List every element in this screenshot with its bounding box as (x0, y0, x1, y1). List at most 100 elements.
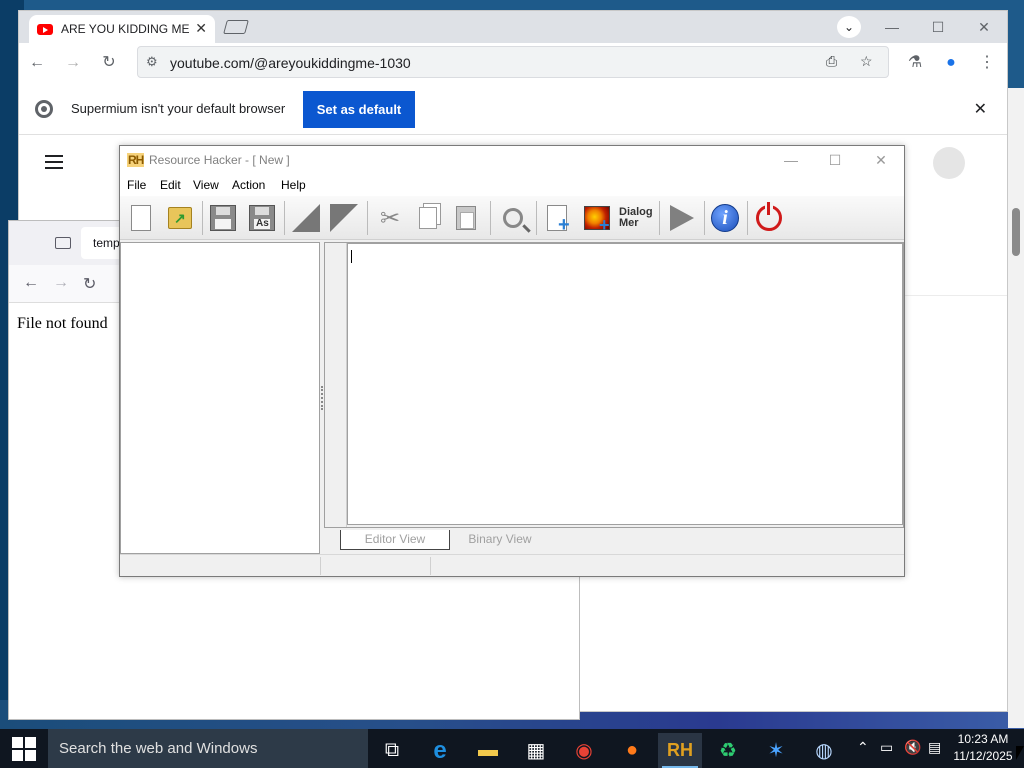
tab-binary-view[interactable]: Binary View (450, 530, 550, 550)
tab-close-button[interactable]: ✕ (195, 20, 207, 37)
address-url: youtube.com/@areyoukiddingme-1030 (170, 55, 411, 71)
compile-icon (292, 204, 320, 232)
rh-close-button[interactable]: ✕ (858, 146, 904, 176)
labs-flask-icon[interactable]: ⚗ (903, 51, 927, 75)
status-divider (430, 557, 431, 575)
tab-list-icon[interactable] (55, 237, 71, 249)
toolbar-separator (747, 201, 748, 235)
menu-file[interactable]: File (127, 178, 146, 192)
back-arrow-icon[interactable]: ← (23, 274, 39, 292)
status-bar (120, 554, 904, 576)
recycle-app-icon[interactable]: ♻ (706, 733, 750, 768)
tab-editor-view[interactable]: Editor View (340, 530, 450, 550)
hamburger-menu-icon[interactable] (45, 155, 63, 169)
save-button[interactable] (207, 202, 239, 234)
avatar[interactable] (933, 147, 965, 179)
line-gutter (325, 243, 347, 527)
file-explorer-icon[interactable]: ▬ (466, 733, 510, 768)
set-as-default-button[interactable]: Set as default (303, 91, 415, 128)
rh-maximize-button[interactable]: ☐ (812, 146, 858, 176)
save-as-disk-icon: As (249, 205, 275, 231)
clock[interactable]: 10:23 AM 11/12/2025 (950, 731, 1016, 765)
add-resource-button[interactable] (541, 202, 573, 237)
maximize-button[interactable]: ☐ (915, 11, 961, 43)
store-icon[interactable]: ▦ (514, 733, 558, 768)
tab-strip: ARE YOU KIDDING ME ✕ ⌄ — ☐ ✕ (19, 11, 1007, 43)
rh-title-bar[interactable]: RH Resource Hacker - [ New ] — ☐ ✕ (120, 146, 904, 176)
view-tabs: Editor View Binary View (324, 528, 904, 554)
copy-icon (419, 207, 437, 229)
open-button[interactable] (164, 202, 196, 234)
minimize-button[interactable]: — (869, 11, 915, 43)
menu-bar: File Edit View Action Help (120, 176, 904, 196)
volume-muted-icon[interactable]: 🔇 (904, 739, 921, 756)
menu-edit[interactable]: Edit (160, 178, 181, 192)
site-info-icon[interactable]: ⚙ (146, 54, 158, 70)
resource-hacker-taskbar-icon[interactable]: RH (658, 733, 702, 768)
find-button[interactable] (497, 202, 529, 234)
notifications-icon[interactable]: ▤ (928, 739, 941, 756)
script-editor[interactable] (347, 243, 903, 525)
task-view-icon[interactable]: ⧉ (370, 733, 414, 768)
rh-toolbar: As ✂ Dialog Mer i (120, 196, 904, 240)
compile-button[interactable] (290, 202, 322, 234)
toolbar-separator (284, 201, 285, 235)
profile-icon[interactable]: ● (939, 51, 963, 75)
infobar-close-button[interactable]: ✕ (974, 99, 987, 119)
network-icon[interactable]: ▭ (880, 739, 893, 756)
paste-clipboard-icon (456, 206, 476, 230)
tab-title: ARE YOU KIDDING ME (61, 22, 189, 36)
rh-taskbar-label: RH (667, 740, 693, 760)
run-script-button[interactable] (666, 202, 698, 234)
new-tab-button[interactable] (223, 20, 249, 34)
vscode-icon[interactable]: ✶ (754, 733, 798, 768)
scrollbar-thumb[interactable] (1012, 208, 1020, 256)
install-app-icon[interactable]: ⎙ (826, 53, 837, 70)
menu-action[interactable]: Action (232, 178, 265, 192)
new-button[interactable] (125, 202, 157, 234)
forward-arrow-icon[interactable]: → (53, 274, 69, 292)
show-hidden-icons-chevron-icon[interactable]: ⌃ (857, 739, 869, 756)
paste-button[interactable] (450, 202, 482, 234)
script-icon (330, 204, 358, 232)
address-bar[interactable]: ⚙ youtube.com/@areyoukiddingme-1030 ⎙ ☆ (137, 46, 889, 78)
page-scrollbar[interactable] (1008, 88, 1024, 728)
toolbar-separator (367, 201, 368, 235)
cut-button[interactable]: ✂ (374, 202, 406, 234)
copy-button[interactable] (412, 202, 444, 234)
back-button[interactable]: ← (25, 51, 49, 75)
reload-icon: ↻ (102, 54, 116, 71)
toolbar-separator (202, 201, 203, 235)
infobar-message: Supermium isn't your default browser (71, 101, 286, 116)
add-image-button[interactable] (581, 202, 613, 236)
menu-kebab-icon[interactable]: ⋮ (975, 51, 999, 75)
youtube-icon (37, 23, 53, 35)
bookmark-star-icon[interactable]: ☆ (860, 53, 873, 70)
forward-button[interactable]: → (61, 51, 85, 75)
about-button[interactable]: i (709, 202, 741, 234)
exit-button[interactable] (753, 202, 785, 234)
tab-youtube[interactable]: ARE YOU KIDDING ME ✕ (29, 15, 215, 43)
splitter-grip[interactable] (321, 386, 323, 410)
globe-app-icon[interactable]: ◍ (802, 733, 846, 768)
close-window-button[interactable]: ✕ (961, 11, 1007, 43)
taskbar-search[interactable]: Search the web and Windows (48, 729, 368, 768)
start-button[interactable] (0, 729, 48, 768)
toolbar-separator (536, 201, 537, 235)
tab-search-button[interactable]: ⌄ (837, 16, 861, 38)
edge-icon[interactable]: e (418, 733, 462, 768)
power-icon (756, 202, 782, 231)
chrome-icon[interactable]: ◉ (562, 733, 606, 768)
menu-view[interactable]: View (193, 178, 219, 192)
dialog-label-2: Mer (619, 217, 639, 229)
rh-minimize-button[interactable]: — (768, 146, 814, 176)
reload-icon[interactable]: ↻ (83, 274, 96, 294)
firefox-icon[interactable]: ● (610, 733, 654, 768)
toolbar-separator (704, 201, 705, 235)
compile-script-button[interactable] (328, 202, 360, 234)
menu-help[interactable]: Help (281, 178, 306, 192)
save-as-button[interactable]: As (246, 202, 278, 234)
resource-tree-panel[interactable] (120, 242, 320, 554)
reload-button[interactable]: ↻ (97, 51, 121, 75)
dialog-merger-button[interactable]: Dialog Mer (618, 202, 654, 234)
